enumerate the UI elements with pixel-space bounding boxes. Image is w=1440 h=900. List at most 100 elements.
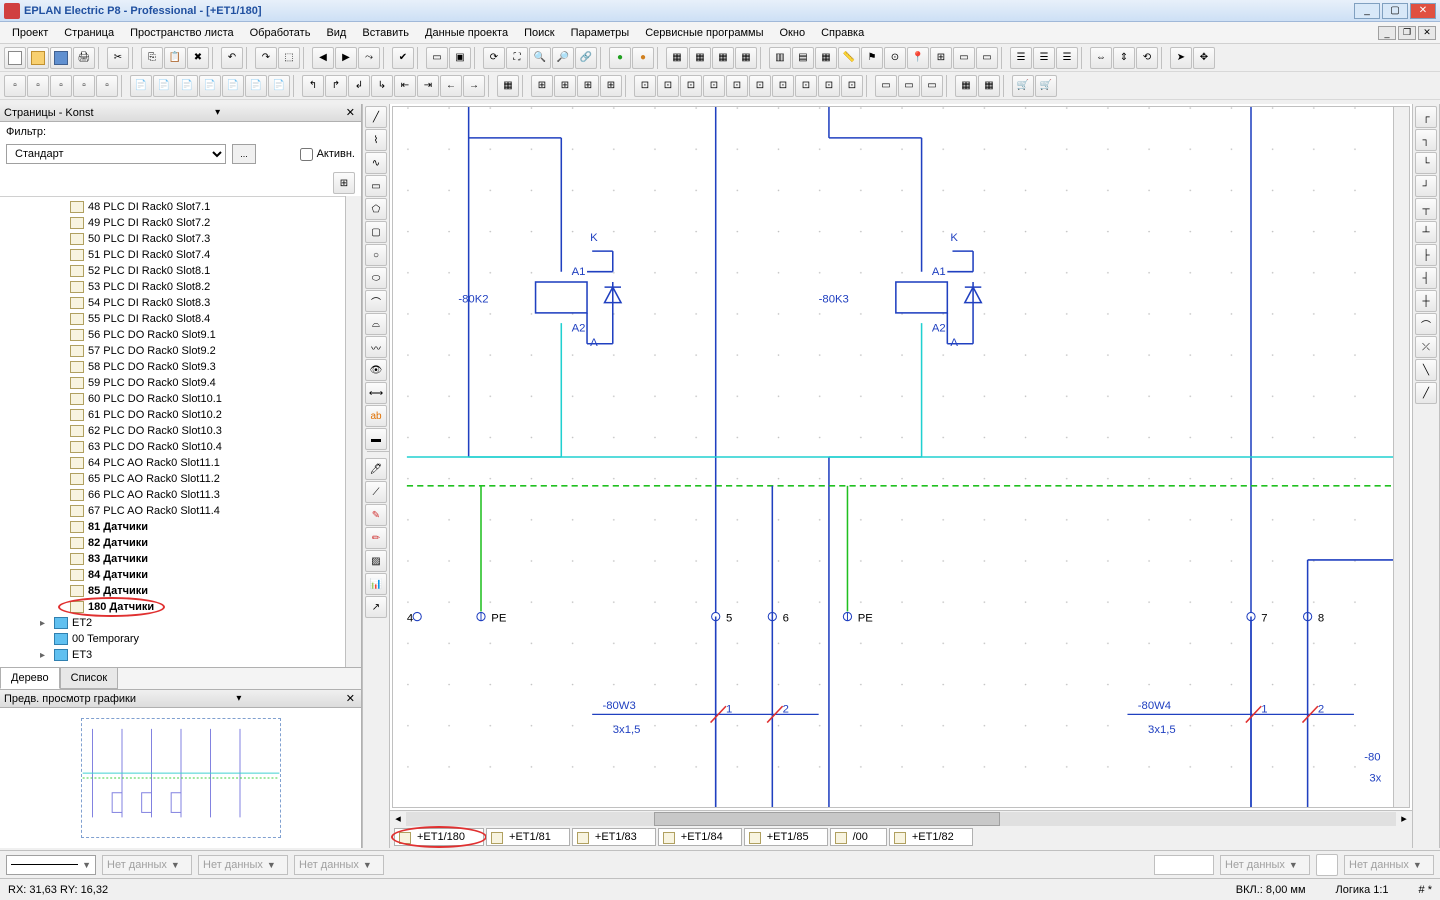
tree-node[interactable]: ▸ET3: [0, 647, 345, 663]
tb-print[interactable]: 🖨: [73, 47, 95, 69]
pages-panel-close[interactable]: ✕: [344, 106, 357, 119]
line-style-dropdown[interactable]: ▼: [6, 855, 96, 875]
menu-sheet-space[interactable]: Пространство листа: [122, 24, 242, 42]
preview-panel-pin-icon[interactable]: ▾: [236, 693, 241, 704]
tb2-n8[interactable]: →: [463, 75, 485, 97]
tb-layout2[interactable]: ▤: [792, 47, 814, 69]
tb-new[interactable]: [4, 47, 26, 69]
rsym-corner-bl-icon[interactable]: └: [1415, 152, 1437, 174]
menu-project[interactable]: Проект: [4, 24, 56, 42]
page-tab[interactable]: +ET1/180: [394, 828, 484, 846]
tree-node[interactable]: ▸ET2: [0, 615, 345, 631]
tb-flag[interactable]: ⚑: [861, 47, 883, 69]
tree-item[interactable]: 67 PLC AO Rack0 Slot11.4: [0, 503, 345, 519]
maximize-button[interactable]: ▢: [1382, 3, 1408, 19]
expand-icon[interactable]: ▸: [40, 650, 50, 661]
tool-out-icon[interactable]: ↗: [365, 596, 387, 618]
tree-item[interactable]: 82 Датчики: [0, 535, 345, 551]
rsym-tee-l-icon[interactable]: ┤: [1415, 267, 1437, 289]
tree-item[interactable]: 50 PLC DI Rack0 Slot7.3: [0, 231, 345, 247]
tree-tab-tree[interactable]: Дерево: [0, 668, 60, 689]
tb-mirror-h[interactable]: ⇔: [1090, 47, 1112, 69]
tb2-e1[interactable]: ⊡: [634, 75, 656, 97]
rsym-jump-icon[interactable]: ⌒: [1415, 313, 1437, 335]
rsym-corner-br-icon[interactable]: ┘: [1415, 175, 1437, 197]
tb2-e7[interactable]: ⊡: [772, 75, 794, 97]
menu-utilities[interactable]: Сервисные программы: [637, 24, 771, 42]
tree-item[interactable]: 64 PLC AO Rack0 Slot11.1: [0, 455, 345, 471]
tb-next[interactable]: ▶: [335, 47, 357, 69]
tb2-sym1[interactable]: ▦: [497, 75, 519, 97]
tb2-n4[interactable]: ↳: [371, 75, 393, 97]
menu-edit[interactable]: Обработать: [242, 24, 319, 42]
tb-magnet[interactable]: ⊙: [884, 47, 906, 69]
tb-layout3[interactable]: ▦: [815, 47, 837, 69]
tree-item[interactable]: 62 PLC DO Rack0 Slot10.3: [0, 423, 345, 439]
page-tab[interactable]: +ET1/84: [658, 828, 742, 846]
tree-item[interactable]: 180 Датчики: [0, 599, 345, 615]
tb-window[interactable]: ▭: [426, 47, 448, 69]
close-button[interactable]: ✕: [1410, 3, 1436, 19]
tb2-doc7[interactable]: 📄: [268, 75, 290, 97]
tree-scrollbar[interactable]: [345, 196, 361, 667]
nodata-dd-4[interactable]: Нет данных▼: [1220, 855, 1310, 875]
tb2-e3[interactable]: ⊡: [680, 75, 702, 97]
tree-item[interactable]: 52 PLC DI Rack0 Slot8.1: [0, 263, 345, 279]
tree-item[interactable]: 53 PLC DI Rack0 Slot8.2: [0, 279, 345, 295]
tree-item[interactable]: 56 PLC DO Rack0 Slot9.1: [0, 327, 345, 343]
tb-delete[interactable]: ✖: [187, 47, 209, 69]
tb-ruler[interactable]: 📏: [838, 47, 860, 69]
tb-view1[interactable]: ▭: [953, 47, 975, 69]
tree-item[interactable]: 55 PLC DI Rack0 Slot8.4: [0, 311, 345, 327]
rsym-cross-icon[interactable]: ┼: [1415, 290, 1437, 312]
tb-zoom-fit[interactable]: ⛶: [506, 47, 528, 69]
tb-copy[interactable]: ⎘: [141, 47, 163, 69]
tree-item[interactable]: 61 PLC DO Rack0 Slot10.2: [0, 407, 345, 423]
tb2-sym3[interactable]: ⊞: [554, 75, 576, 97]
menu-project-data[interactable]: Данные проекта: [417, 24, 516, 42]
rsym-diag1-icon[interactable]: ╲: [1415, 359, 1437, 381]
tree-item[interactable]: 65 PLC AO Rack0 Slot11.2: [0, 471, 345, 487]
value-input[interactable]: [1154, 855, 1214, 875]
tb2-doc4[interactable]: 📄: [199, 75, 221, 97]
tb-pin[interactable]: 📍: [907, 47, 929, 69]
tb-hand[interactable]: ✥: [1193, 47, 1215, 69]
tree-item[interactable]: 84 Датчики: [0, 567, 345, 583]
tb2-e4[interactable]: ⊡: [703, 75, 725, 97]
tb2-e6[interactable]: ⊡: [749, 75, 771, 97]
tb2-box3[interactable]: ▭: [921, 75, 943, 97]
tb2-doc1[interactable]: 📄: [130, 75, 152, 97]
menu-find[interactable]: Поиск: [516, 24, 562, 42]
page-tab[interactable]: +ET1/81: [486, 828, 570, 846]
tree-tab-list[interactable]: Список: [60, 668, 119, 689]
rsym-corner-tl-icon[interactable]: ┌: [1415, 106, 1437, 128]
minimize-button[interactable]: _: [1354, 3, 1380, 19]
draw-text-icon[interactable]: ab: [365, 405, 387, 427]
tb-rotate[interactable]: ⟲: [1136, 47, 1158, 69]
tb-undo[interactable]: ↶: [221, 47, 243, 69]
tb2-doc3[interactable]: 📄: [176, 75, 198, 97]
tree-item[interactable]: 48 PLC DI Rack0 Slot7.1: [0, 199, 345, 215]
tb-open[interactable]: [27, 47, 49, 69]
nodata-dd-3[interactable]: Нет данных▼: [294, 855, 384, 875]
tb-stop[interactable]: ●: [632, 47, 654, 69]
tb-zoom-out[interactable]: 🔎: [552, 47, 574, 69]
menu-insert[interactable]: Вставить: [354, 24, 417, 42]
pages-tree[interactable]: 48 PLC DI Rack0 Slot7.149 PLC DI Rack0 S…: [0, 196, 345, 667]
tb-prev[interactable]: ◀: [312, 47, 334, 69]
menu-window[interactable]: Окно: [772, 24, 814, 42]
tb2-cart2[interactable]: 🛒: [1035, 75, 1057, 97]
color-swatch[interactable]: [1316, 854, 1338, 876]
tb2-2[interactable]: ▫: [27, 75, 49, 97]
nodata-dd-5[interactable]: Нет данных▼: [1344, 855, 1434, 875]
rsym-tee-u-icon[interactable]: ┴: [1415, 221, 1437, 243]
tb-fullwin[interactable]: ▣: [449, 47, 471, 69]
tool-link-icon[interactable]: ⟋: [365, 481, 387, 503]
page-tab[interactable]: /00: [830, 828, 887, 846]
nodata-dd-2[interactable]: Нет данных▼: [198, 855, 288, 875]
tool-measure-icon[interactable]: 🖊: [365, 458, 387, 480]
draw-roundrect-icon[interactable]: ▢: [365, 221, 387, 243]
tree-item[interactable]: 49 PLC DI Rack0 Slot7.2: [0, 215, 345, 231]
rsym-tee-r-icon[interactable]: ├: [1415, 244, 1437, 266]
pages-panel-pin-icon[interactable]: ▾: [215, 107, 220, 118]
